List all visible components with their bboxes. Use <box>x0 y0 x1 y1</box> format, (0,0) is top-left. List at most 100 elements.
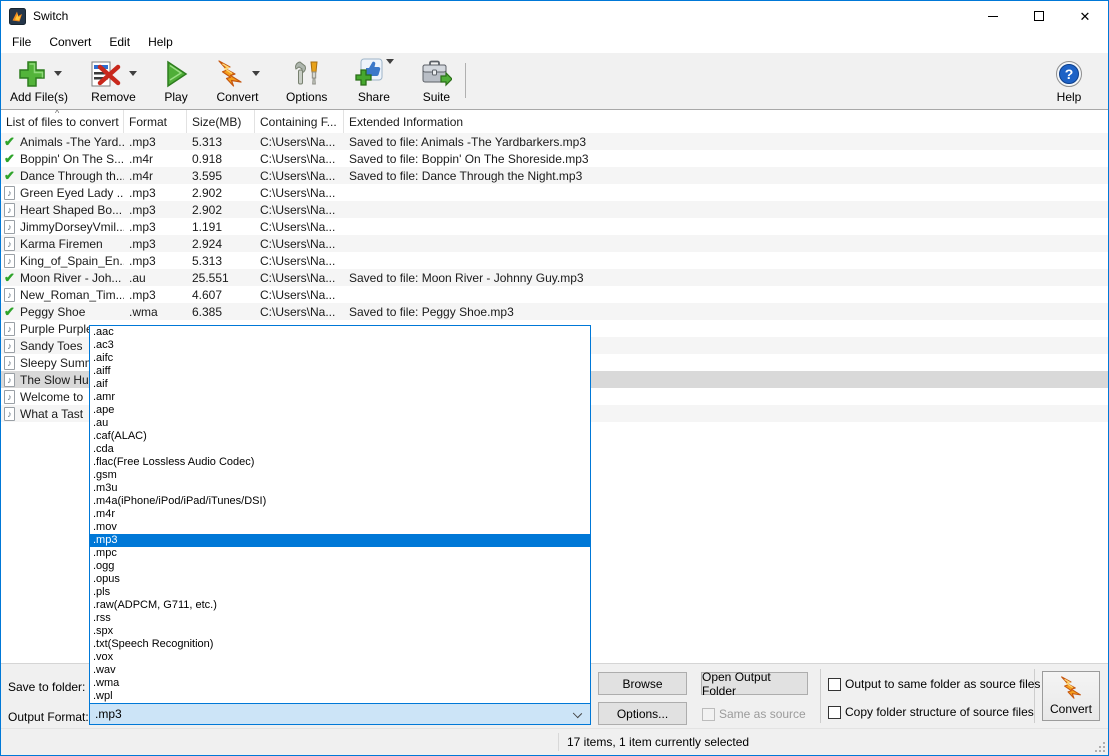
file-name-cell: Karma Firemen <box>20 237 124 251</box>
column-header-size[interactable]: Size(MB) <box>187 110 255 133</box>
menu-bar: File Convert Edit Help <box>1 31 1108 53</box>
file-row[interactable]: Dance Through th... .m4r 3.595 C:\Users\… <box>1 167 1108 184</box>
options-label: Options <box>286 90 327 104</box>
file-name-cell: JimmyDorseyVmil... <box>20 220 124 234</box>
file-row[interactable]: Peggy Shoe .wma 6.385 C:\Users\Na... Sav… <box>1 303 1108 320</box>
file-size-cell: 0.918 <box>187 152 255 166</box>
maximize-button[interactable] <box>1016 1 1062 31</box>
file-folder-cell: C:\Users\Na... <box>255 135 344 149</box>
audio-file-icon <box>4 288 15 302</box>
column-header-info[interactable]: Extended Information <box>344 110 1108 133</box>
format-option[interactable]: .m4a(iPhone/iPod/iPad/iTunes/DSI) <box>90 495 590 508</box>
copy-structure-label: Copy folder structure of source files <box>845 705 1034 719</box>
format-option[interactable]: .vox <box>90 651 590 664</box>
options-dots-button[interactable]: Options... <box>598 702 687 725</box>
format-option[interactable]: .wma <box>90 677 590 690</box>
file-info-cell: Saved to file: Moon River - Johnny Guy.m… <box>344 271 1108 285</box>
format-option[interactable]: .rss <box>90 612 590 625</box>
convert-button-label: Convert <box>1050 702 1092 716</box>
file-row[interactable]: Green Eyed Lady ... .mp3 2.902 C:\Users\… <box>1 184 1108 201</box>
format-option[interactable]: .txt(Speech Recognition) <box>90 638 590 651</box>
format-option[interactable]: .spx <box>90 625 590 638</box>
browse-button[interactable]: Browse <box>598 672 687 695</box>
format-option[interactable]: .amr <box>90 391 590 404</box>
format-option[interactable]: .wpl <box>90 690 590 703</box>
format-option[interactable]: .m3u <box>90 482 590 495</box>
format-option[interactable]: .wav <box>90 664 590 677</box>
audio-file-icon <box>4 390 15 404</box>
format-option[interactable]: .aif <box>90 378 590 391</box>
output-format-combobox[interactable]: .mp3 <box>89 702 591 725</box>
share-button[interactable]: Share <box>348 55 399 108</box>
format-option[interactable]: .ogg <box>90 560 590 573</box>
format-option[interactable]: .mov <box>90 521 590 534</box>
convert-button[interactable]: Convert <box>1042 671 1100 721</box>
file-row[interactable]: Boppin' On The S... .m4r 0.918 C:\Users\… <box>1 150 1108 167</box>
copy-structure-checkbox[interactable]: Copy folder structure of source files <box>828 705 1034 719</box>
file-row[interactable]: Heart Shaped Bo... .mp3 2.902 C:\Users\N… <box>1 201 1108 218</box>
format-option[interactable]: .opus <box>90 573 590 586</box>
add-files-button[interactable]: Add File(s) <box>5 55 73 108</box>
file-row[interactable]: New_Roman_Tim... .mp3 4.607 C:\Users\Na.… <box>1 286 1108 303</box>
file-info-cell: Saved to file: Boppin' On The Shoreside.… <box>344 152 1108 166</box>
format-option[interactable]: .mpc <box>90 547 590 560</box>
file-format-cell: .mp3 <box>124 254 187 268</box>
open-output-folder-button[interactable]: Open Output Folder <box>701 672 808 695</box>
title-bar[interactable]: Switch ✕ <box>1 1 1108 31</box>
format-option[interactable]: .caf(ALAC) <box>90 430 590 443</box>
file-list-header: List of files to convert ^ Format Size(M… <box>1 110 1108 133</box>
menu-help[interactable]: Help <box>139 32 182 52</box>
convert-dropdown-arrow[interactable] <box>252 71 260 76</box>
add-files-dropdown-arrow[interactable] <box>54 71 62 76</box>
format-option[interactable]: .mp3 <box>90 534 590 547</box>
format-option[interactable]: .aifc <box>90 352 590 365</box>
format-option[interactable]: .au <box>90 417 590 430</box>
minimize-button[interactable] <box>970 1 1016 31</box>
file-name-cell: Peggy Shoe <box>20 305 124 319</box>
output-same-folder-checkbox-box[interactable] <box>828 678 841 691</box>
column-header-files[interactable]: List of files to convert ^ <box>1 110 124 133</box>
file-row[interactable]: JimmyDorseyVmil... .mp3 1.191 C:\Users\N… <box>1 218 1108 235</box>
options-button[interactable]: Options <box>281 55 332 108</box>
copy-structure-checkbox-box[interactable] <box>828 706 841 719</box>
menu-edit[interactable]: Edit <box>100 32 139 52</box>
converted-check-icon <box>4 304 15 320</box>
column-header-folder[interactable]: Containing F... <box>255 110 344 133</box>
format-option[interactable]: .ac3 <box>90 339 590 352</box>
converted-check-icon <box>4 168 15 184</box>
format-option[interactable]: .cda <box>90 443 590 456</box>
close-button[interactable]: ✕ <box>1062 1 1108 31</box>
play-button[interactable]: Play <box>158 55 194 108</box>
file-row[interactable]: King_of_Spain_En... .mp3 5.313 C:\Users\… <box>1 252 1108 269</box>
remove-dropdown-arrow[interactable] <box>129 71 137 76</box>
audio-file-icon <box>4 322 15 336</box>
resize-grip[interactable] <box>1094 741 1106 753</box>
menu-convert[interactable]: Convert <box>40 32 100 52</box>
output-same-folder-checkbox[interactable]: Output to same folder as source files <box>828 677 1040 691</box>
format-option[interactable]: .flac(Free Lossless Audio Codec) <box>90 456 590 469</box>
help-button[interactable]: ? Help <box>1050 55 1088 108</box>
format-option[interactable]: .raw(ADPCM, G711, etc.) <box>90 599 590 612</box>
file-row[interactable]: Moon River - Joh... .au 25.551 C:\Users\… <box>1 269 1108 286</box>
suite-button[interactable]: Suite <box>415 55 457 108</box>
format-option[interactable]: .aac <box>90 326 590 339</box>
format-option[interactable]: .gsm <box>90 469 590 482</box>
remove-button[interactable]: Remove <box>85 55 142 108</box>
file-info-cell: Saved to file: Peggy Shoe.mp3 <box>344 305 1108 319</box>
file-row[interactable]: Karma Firemen .mp3 2.924 C:\Users\Na... <box>1 235 1108 252</box>
audio-file-icon <box>4 254 15 268</box>
format-option[interactable]: .aiff <box>90 365 590 378</box>
format-option[interactable]: .ape <box>90 404 590 417</box>
file-name-cell: Green Eyed Lady ... <box>20 186 124 200</box>
file-format-cell: .au <box>124 271 187 285</box>
convert-toolbar-button[interactable]: Convert <box>210 55 265 108</box>
file-format-cell: .mp3 <box>124 203 187 217</box>
audio-file-icon <box>4 373 15 387</box>
minimize-icon <box>988 16 998 17</box>
format-option[interactable]: .m4r <box>90 508 590 521</box>
format-option[interactable]: .pls <box>90 586 590 599</box>
share-dropdown-arrow[interactable] <box>386 59 394 64</box>
column-header-format[interactable]: Format <box>124 110 187 133</box>
menu-file[interactable]: File <box>3 32 40 52</box>
file-row[interactable]: Animals -The Yard... .mp3 5.313 C:\Users… <box>1 133 1108 150</box>
